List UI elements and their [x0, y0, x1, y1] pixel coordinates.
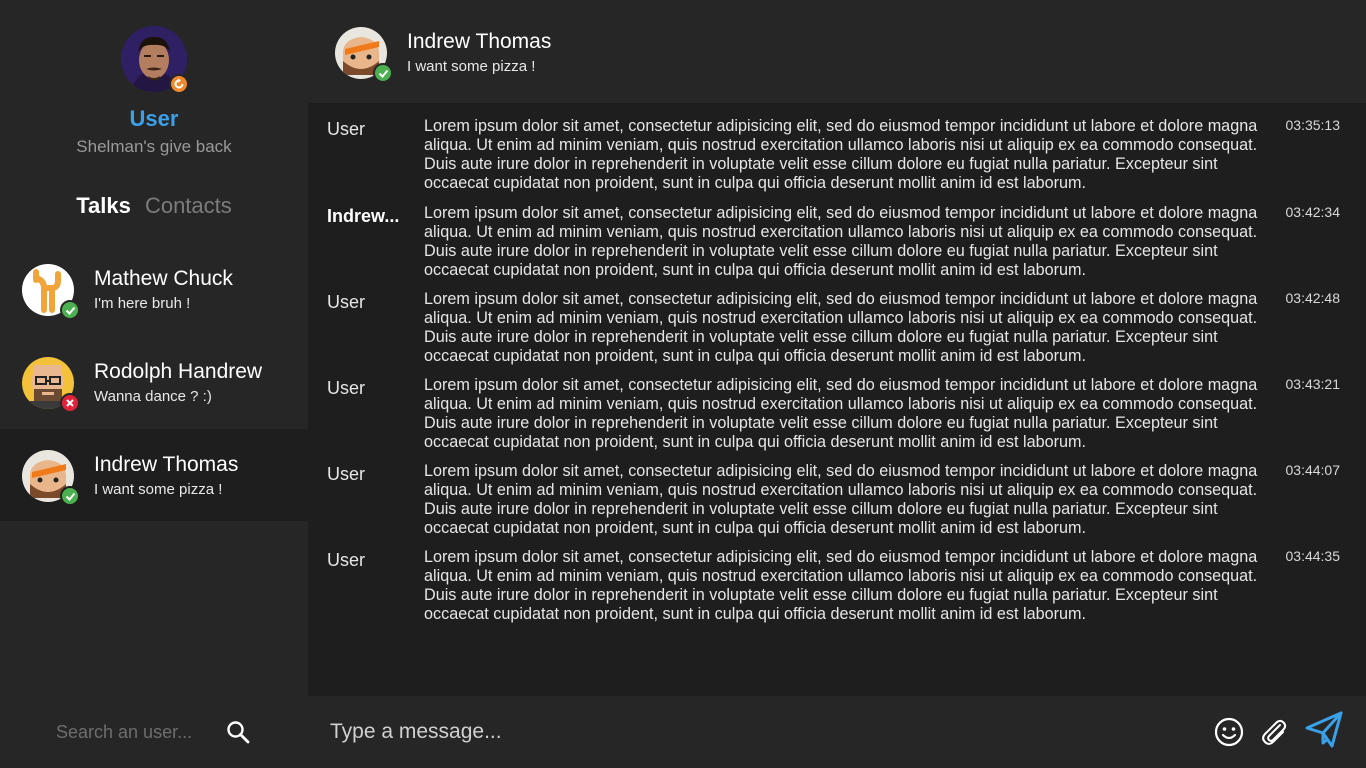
message-item: User Lorem ipsum dolor sit amet, consect… — [308, 534, 1366, 623]
message-author: User — [327, 378, 366, 398]
message-time: 03:42:48 — [1285, 290, 1341, 306]
message-item: Indrew... Lorem ipsum dolor sit amet, co… — [308, 190, 1366, 279]
message-time: 03:35:13 — [1285, 117, 1341, 133]
message-author: User — [327, 119, 366, 139]
sidebar-tabs: Talks Contacts — [0, 193, 308, 219]
search-icon[interactable] — [226, 720, 250, 744]
message-time: 03:44:07 — [1285, 462, 1341, 478]
message-time: 03:43:21 — [1285, 376, 1341, 392]
message-list: User Lorem ipsum dolor sit amet, consect… — [308, 103, 1366, 696]
message-item: User Lorem ipsum dolor sit amet, consect… — [308, 103, 1366, 192]
message-composer — [308, 696, 1366, 768]
message-author: Indrew... — [327, 206, 400, 226]
contact-name: Mathew Chuck — [94, 267, 233, 290]
profile-avatar[interactable] — [121, 26, 189, 94]
message-author: User — [327, 292, 366, 312]
tab-contacts[interactable]: Contacts — [145, 193, 232, 218]
away-status-icon — [169, 74, 189, 94]
profile-status: Shelman's give back — [76, 137, 232, 156]
contact-name: Indrew Thomas — [94, 453, 239, 476]
message-text: Lorem ipsum dolor sit amet, consectetur … — [424, 117, 1258, 192]
chat-contact-name: Indrew Thomas — [407, 30, 552, 53]
online-status-icon — [60, 486, 80, 506]
paperclip-icon[interactable] — [1258, 716, 1290, 748]
contact-avatar — [22, 450, 80, 506]
message-time: 03:42:34 — [1285, 204, 1341, 220]
message-author: User — [327, 464, 366, 484]
contact-last-message: I want some pizza ! — [94, 481, 223, 498]
offline-status-icon — [60, 393, 80, 413]
message-author: User — [327, 550, 366, 570]
message-text: Lorem ipsum dolor sit amet, consectetur … — [424, 204, 1258, 279]
contact-item-indrew-thomas[interactable]: Indrew Thomas I want some pizza ! — [0, 429, 308, 521]
online-status-icon — [60, 300, 80, 320]
message-text: Lorem ipsum dolor sit amet, consectetur … — [424, 290, 1258, 365]
message-input[interactable] — [330, 716, 1190, 748]
profile-name: User — [129, 106, 179, 131]
contact-last-message: I'm here bruh ! — [94, 295, 191, 312]
message-text: Lorem ipsum dolor sit amet, consectetur … — [424, 376, 1258, 451]
message-item: User Lorem ipsum dolor sit amet, consect… — [308, 276, 1366, 365]
contact-item-rodolph-handrew[interactable]: Rodolph Handrew Wanna dance ? :) — [0, 336, 308, 428]
smiley-icon[interactable] — [1213, 716, 1245, 748]
chat-contact-status: I want some pizza ! — [407, 58, 536, 75]
contact-avatar — [22, 264, 80, 320]
contact-avatar — [22, 357, 80, 413]
message-time: 03:44:35 — [1285, 548, 1341, 564]
message-text: Lorem ipsum dolor sit amet, consectetur … — [424, 548, 1258, 623]
contact-item-mathew-chuck[interactable]: Mathew Chuck I'm here bruh ! — [0, 243, 308, 335]
tab-talks[interactable]: Talks — [76, 193, 131, 218]
message-item: User Lorem ipsum dolor sit amet, consect… — [308, 362, 1366, 451]
message-text: Lorem ipsum dolor sit amet, consectetur … — [424, 462, 1258, 537]
online-status-icon — [373, 63, 393, 83]
search-area — [0, 696, 308, 768]
chat-header: Indrew Thomas I want some pizza ! — [308, 0, 1366, 103]
search-input[interactable] — [56, 718, 206, 746]
chat-avatar[interactable] — [335, 27, 393, 83]
sidebar: User Shelman's give back Talks Contacts … — [0, 0, 308, 768]
paper-plane-icon[interactable] — [1304, 710, 1344, 750]
contact-last-message: Wanna dance ? :) — [94, 388, 212, 405]
message-item: User Lorem ipsum dolor sit amet, consect… — [308, 448, 1366, 537]
contact-name: Rodolph Handrew — [94, 360, 263, 383]
